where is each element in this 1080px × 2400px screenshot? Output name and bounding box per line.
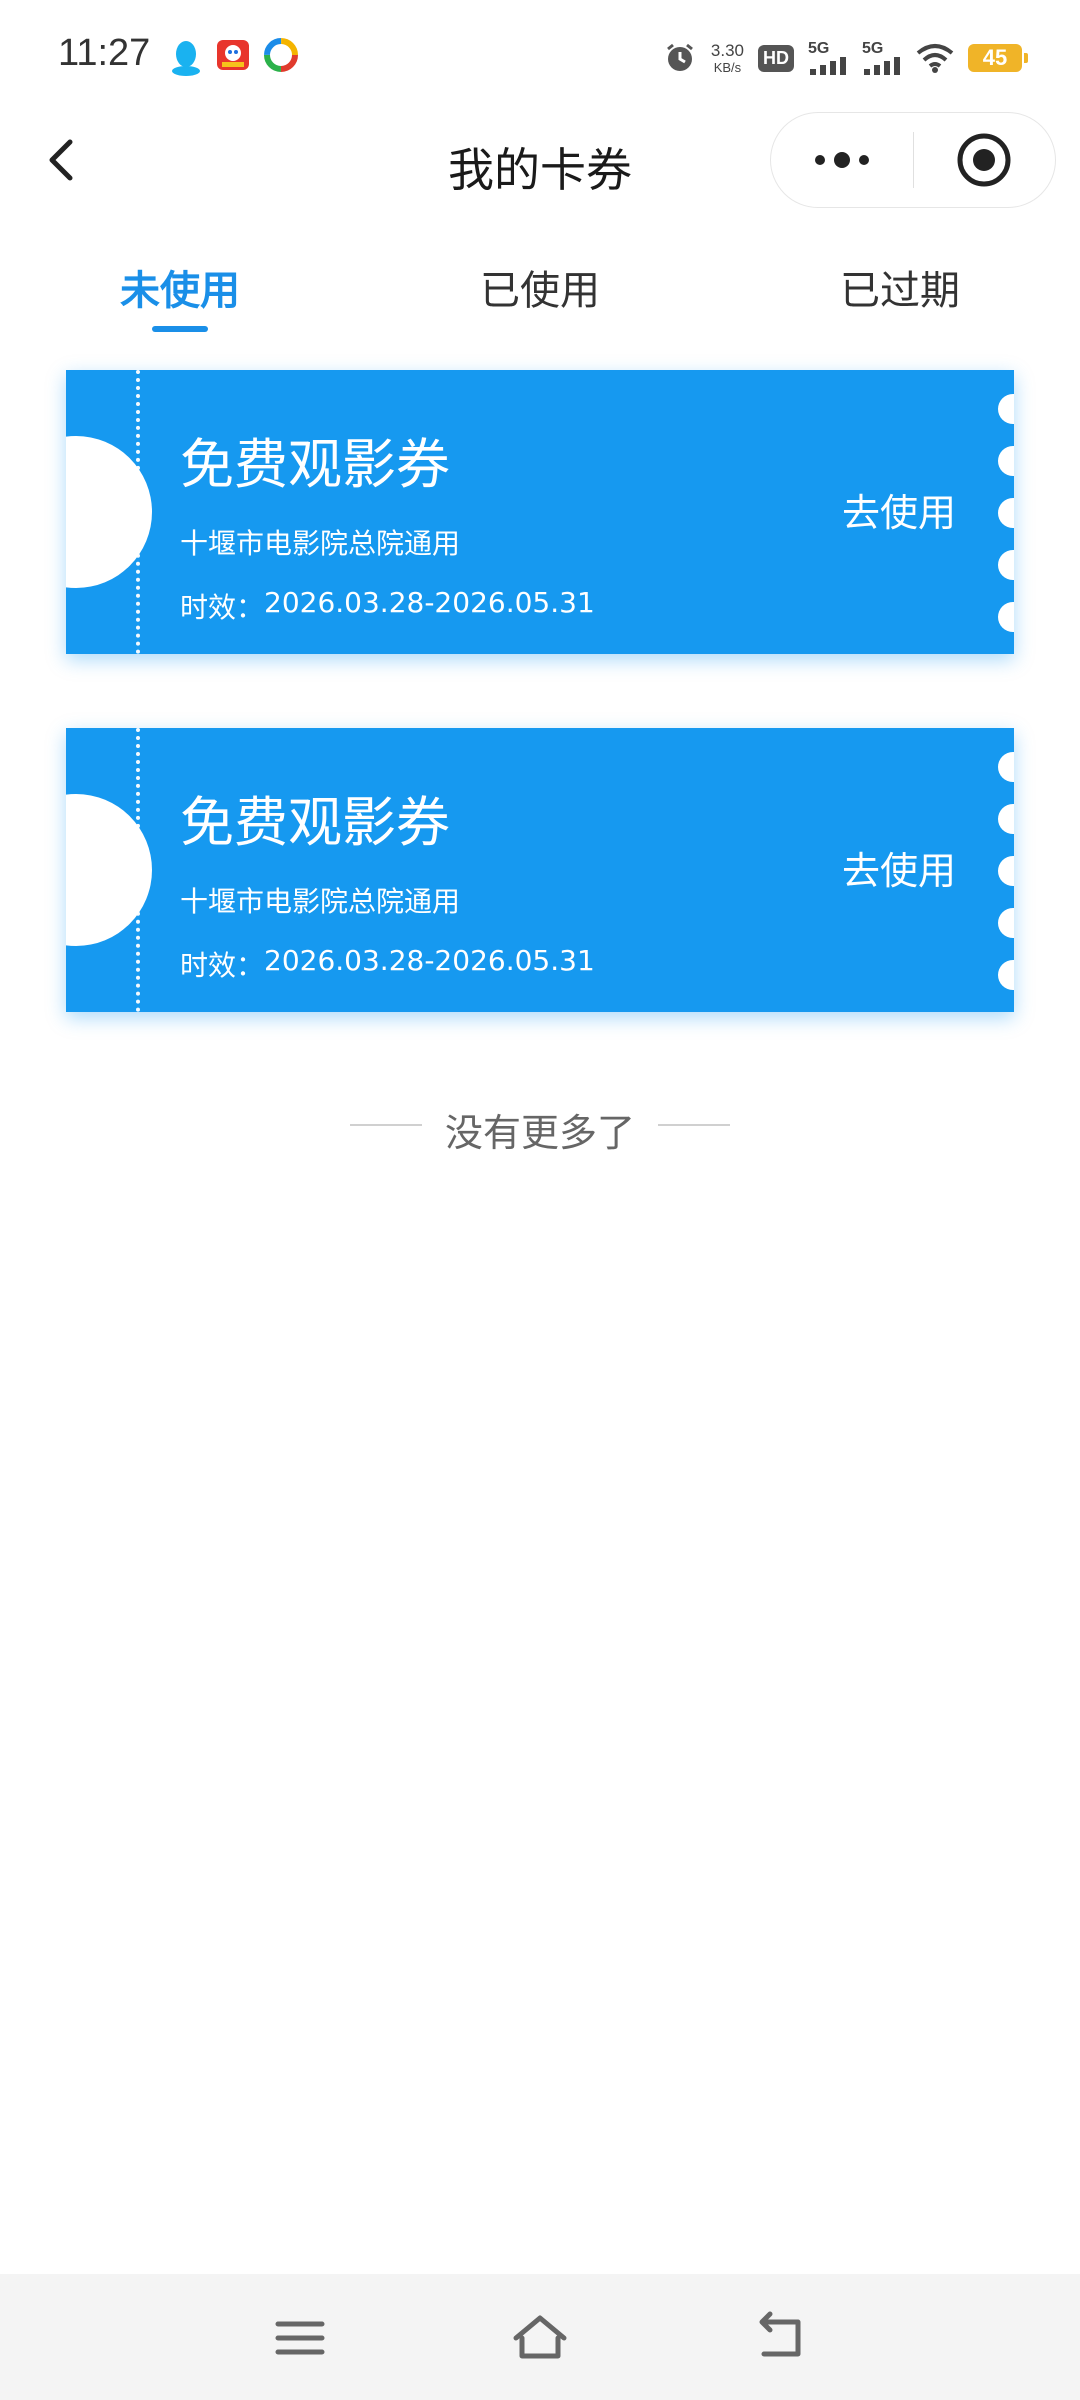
coupon-validity-range: 2026.03.28-2026.05.31 (264, 586, 595, 619)
coupon-tabs: 未使用 已使用 已过期 (0, 240, 1080, 340)
coupon-scallop (998, 908, 1014, 938)
coupon-card[interactable]: 免费观影券 十堰市电影院总院通用 时效： 2026.03.28-2026.05.… (66, 728, 1014, 1012)
coupon-perforation (136, 728, 140, 1012)
coupon-validity-label: 时效： (180, 591, 265, 624)
recent-apps-button[interactable] (270, 2308, 330, 2368)
system-nav-bar (0, 2274, 1080, 2400)
qq-icon (172, 41, 200, 76)
use-coupon-button[interactable]: 去使用 (842, 482, 956, 537)
coupon-scope: 十堰市电影院总院通用 (180, 527, 461, 560)
signal-bars-icon (810, 57, 846, 75)
no-more-text: 没有更多了 (444, 1111, 635, 1155)
more-dots-icon (814, 152, 869, 168)
coupon-scallop (998, 804, 1014, 834)
nav-header: 我的卡券 (0, 112, 1080, 212)
target-circle-icon (957, 133, 1011, 187)
coupon-scallop (998, 498, 1014, 528)
coupon-validity-range: 2026.03.28-2026.05.31 (264, 944, 595, 977)
game-app-icon (217, 40, 249, 70)
coupon-title: 免费观影券 (180, 433, 450, 496)
chevron-left-icon (49, 139, 73, 181)
tab-expired[interactable]: 已过期 (800, 258, 1000, 316)
status-time: 11:27 (58, 32, 151, 74)
network-speed: 3.30 KB/s (711, 42, 744, 74)
coupon-scallop (998, 752, 1014, 782)
coupon-scallop (998, 602, 1014, 632)
home-button[interactable] (510, 2308, 570, 2368)
coupon-scallop (998, 960, 1014, 990)
coupon-perforation (136, 370, 140, 654)
network-speed-value: 3.30 (710, 41, 744, 60)
divider-line (658, 1124, 730, 1126)
coupon-scallop (998, 856, 1014, 886)
use-coupon-button[interactable]: 去使用 (842, 840, 956, 895)
menu-icon (275, 2321, 325, 2355)
coupon-title: 免费观影券 (180, 791, 450, 854)
signal-sim1: 5G (808, 41, 848, 75)
mini-program-capsule (770, 112, 1056, 208)
screen: 11:27 3.30 KB/s HD 5G 5G 45 我的卡券 未使用 已使用… (0, 0, 1080, 2400)
notification-icons (170, 38, 298, 78)
colorful-app-icon (264, 38, 298, 72)
coupon-scallop (998, 550, 1014, 580)
coupon-scope: 十堰市电影院总院通用 (180, 885, 461, 918)
coupon-validity: 时效： 2026.03.28-2026.05.31 (180, 586, 595, 626)
sim2-network-label: 5G (862, 40, 884, 57)
signal-bars-icon (864, 57, 900, 75)
tab-unused[interactable]: 未使用 (80, 258, 280, 316)
close-miniprogram-button[interactable] (914, 112, 1056, 208)
coupon-card[interactable]: 免费观影券 十堰市电影院总院通用 时效： 2026.03.28-2026.05.… (66, 370, 1014, 654)
network-speed-unit: KB/s (713, 60, 742, 75)
list-end-indicator: 没有更多了 (0, 1094, 1080, 1155)
return-icon (759, 2311, 801, 2357)
coupon-scallop (998, 446, 1014, 476)
alarm-icon (666, 43, 693, 71)
back-nav-button[interactable] (750, 2308, 810, 2368)
coupon-validity: 时效： 2026.03.28-2026.05.31 (180, 944, 595, 984)
battery-indicator: 45 (968, 44, 1028, 72)
coupon-validity-label: 时效： (180, 949, 265, 982)
signal-sim2: 5G (862, 41, 902, 75)
coupon-scallop (998, 394, 1014, 424)
more-button[interactable] (771, 112, 913, 208)
tab-active-indicator (152, 326, 208, 332)
home-icon (513, 2315, 567, 2359)
status-indicators: 3.30 KB/s HD 5G 5G 45 (663, 36, 1028, 80)
wifi-icon (916, 44, 954, 73)
back-button[interactable] (36, 130, 96, 190)
tab-used[interactable]: 已使用 (440, 258, 640, 316)
hd-badge: HD (758, 44, 794, 72)
sim1-network-label: 5G (808, 40, 830, 57)
status-bar: 11:27 3.30 KB/s HD 5G 5G 45 (0, 0, 1080, 112)
